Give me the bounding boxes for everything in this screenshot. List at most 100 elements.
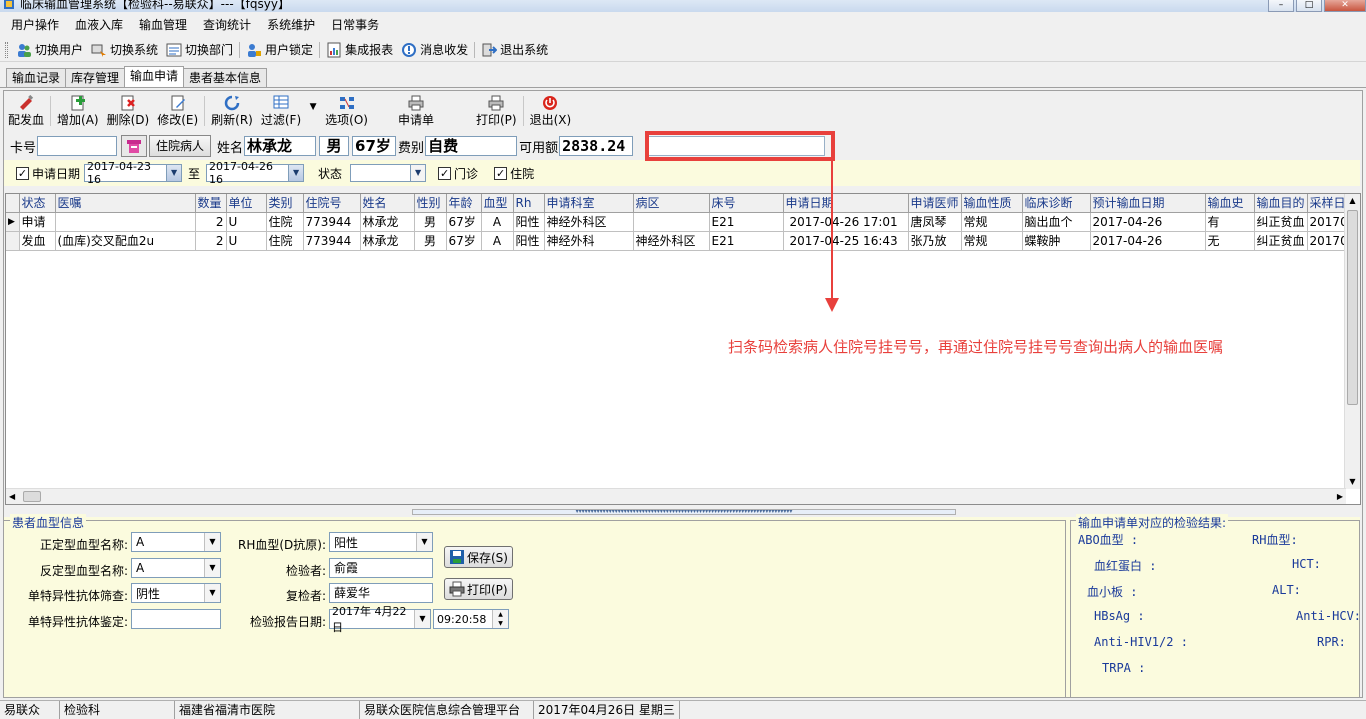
column-header[interactable]: 床号 [709,194,784,213]
column-header[interactable]: 医嘱 [55,194,196,213]
scroll-right-icon[interactable]: ▶ [1337,489,1343,504]
outpatient-checkbox[interactable]: ✓ [438,166,452,180]
delete-button[interactable]: 删除(D) [103,92,154,130]
vertical-scroll-thumb[interactable] [1347,210,1358,405]
table-cell[interactable]: 住院 [266,231,304,251]
table-row[interactable]: 发血 (血库)交叉配血2u 2 U 住院 773944 林承龙 男 67岁 A … [6,231,1356,251]
inspector-input[interactable]: 俞霞 [329,558,433,578]
table-cell[interactable]: 2017-04-26 17:01 [783,212,909,232]
table-cell[interactable]: 神经外科区 [544,212,634,232]
date-from-picker[interactable]: 2017-04-23 16 ▼ [84,160,183,186]
column-header[interactable]: 病区 [633,194,710,213]
chevron-down-icon[interactable]: ▼ [204,584,220,602]
column-header[interactable]: 血型 [481,194,514,213]
menu-system-maintenance[interactable]: 系统维护 [259,14,323,36]
lock-user-button[interactable]: 用户锁定 [242,41,317,58]
menu-blood-inbound[interactable]: 血液入库 [67,14,131,36]
table-cell[interactable]: 常规 [961,212,1023,232]
table-cell[interactable]: A [481,231,514,251]
spin-updown-icon[interactable]: ▲ ▼ [492,610,508,628]
inpatient-button[interactable]: 住院病人 [149,135,212,157]
print-blood-info-button[interactable]: 打印(P) [444,578,513,600]
refresh-button[interactable]: 刷新(R) [207,92,257,130]
save-button[interactable]: 保存(S) [444,546,513,568]
apply-date-checkbox[interactable]: ✓ [16,166,29,180]
column-header[interactable]: 年龄 [446,194,482,213]
close-button[interactable]: ✕ [1324,0,1366,12]
panel-splitter[interactable]: ▾▾▾▾▾▾▾▾▾▾▾▾▾▾▾▾▾▾▾▾▾▾▾▾▾▾▾▾▾▾▾▾▾▾▾▾▾▾▾▾… [412,509,956,515]
scroll-left-icon[interactable]: ◀ [9,489,15,504]
switch-department-button[interactable]: 切换部门 [162,41,237,58]
table-cell[interactable]: 张乃放 [908,231,962,251]
table-cell[interactable]: 蝶鞍肿 [1022,231,1091,251]
column-header[interactable]: 预计输血日期 [1090,194,1206,213]
table-cell[interactable]: 阳性 [513,212,545,232]
antibody-ident-input[interactable] [131,609,221,629]
toolbar-grip[interactable] [5,41,8,58]
chevron-down-icon[interactable]: ▼ [288,165,304,181]
exit-button[interactable]: 退出(X) [526,92,576,130]
column-header[interactable]: 输血目的 [1254,194,1308,213]
rh-type-select[interactable]: 阳性 ▼ [329,532,433,552]
column-header[interactable]: 申请医师 [908,194,962,213]
table-cell[interactable]: 男 [414,212,447,232]
forward-type-select[interactable]: A ▼ [131,532,221,552]
tab-transfusion-request[interactable]: 输血申请 [124,66,185,87]
column-header[interactable]: 申请日期 [783,194,909,213]
scroll-down-icon[interactable]: ▼ [1345,475,1360,489]
table-cell[interactable]: 773944 [303,212,361,232]
table-cell[interactable]: 住院 [266,212,304,232]
table-cell[interactable]: A [481,212,514,232]
column-header[interactable]: 数量 [195,194,227,213]
menu-daily-affairs[interactable]: 日常事务 [323,14,387,36]
table-cell[interactable]: 神经外科 [544,231,634,251]
table-cell[interactable]: 纠正贫血 [1254,212,1308,232]
table-cell[interactable] [55,212,196,232]
switch-system-button[interactable]: 切换系统 [87,41,162,58]
dispense-blood-button[interactable]: 配发血 [4,92,48,130]
card-reader-button[interactable] [121,135,148,157]
table-cell[interactable]: 2 [195,231,227,251]
table-cell[interactable]: 2 [195,212,227,232]
reverse-type-select[interactable]: A ▼ [131,558,221,578]
menu-transfusion-mgmt[interactable]: 输血管理 [131,14,195,36]
date-to-picker[interactable]: 2017-04-26 16 ▼ [206,160,305,186]
menu-query-stats[interactable]: 查询统计 [195,14,259,36]
table-cell[interactable]: 有 [1205,212,1255,232]
table-cell[interactable]: 纠正贫血 [1254,231,1308,251]
table-cell[interactable]: 脑出血个 [1022,212,1091,232]
edit-button[interactable]: 修改(E) [153,92,202,130]
chevron-down-icon[interactable]: ▼ [414,610,430,628]
table-cell[interactable]: 2017-04-26 [1090,212,1206,232]
reviewer-input[interactable]: 薛爱华 [329,583,433,603]
switch-user-button[interactable]: 切换用户 [12,41,87,58]
chevron-down-icon[interactable]: ▼ [204,559,220,577]
table-cell[interactable]: 773944 [303,231,361,251]
table-cell[interactable]: 唐凤琴 [908,212,962,232]
column-header[interactable]: 类别 [266,194,304,213]
filter-button[interactable]: 过滤(F) [257,92,305,130]
integrated-report-button[interactable]: 集成报表 [322,41,397,58]
minimize-button[interactable]: – [1268,0,1294,12]
message-button[interactable]: 消息收发 [397,41,472,58]
column-header[interactable]: Rh [513,194,545,213]
table-cell[interactable]: U [226,231,267,251]
table-cell[interactable] [633,212,710,232]
column-header[interactable]: 申请科室 [544,194,634,213]
inpatient-checkbox[interactable]: ✓ [494,166,508,180]
table-cell[interactable]: 2017-04-26 [1090,231,1206,251]
chevron-down-icon[interactable]: ▼ [204,533,220,551]
filter-dropdown-arrow[interactable]: ▼ [305,92,321,130]
table-cell[interactable]: E21 [709,231,784,251]
table-cell[interactable]: 林承龙 [360,212,415,232]
add-button[interactable]: 增加(A) [53,92,103,130]
table-cell[interactable]: 申请 [19,212,56,232]
grid-vertical-scrollbar[interactable]: ▲ ▼ [1344,194,1360,489]
table-cell[interactable]: 林承龙 [360,231,415,251]
tab-inventory[interactable]: 库存管理 [65,68,126,87]
column-header[interactable]: 姓名 [360,194,415,213]
maximize-button[interactable]: □ [1296,0,1322,12]
table-cell[interactable]: U [226,212,267,232]
table-cell[interactable]: 男 [414,231,447,251]
card-number-input[interactable] [37,136,118,156]
